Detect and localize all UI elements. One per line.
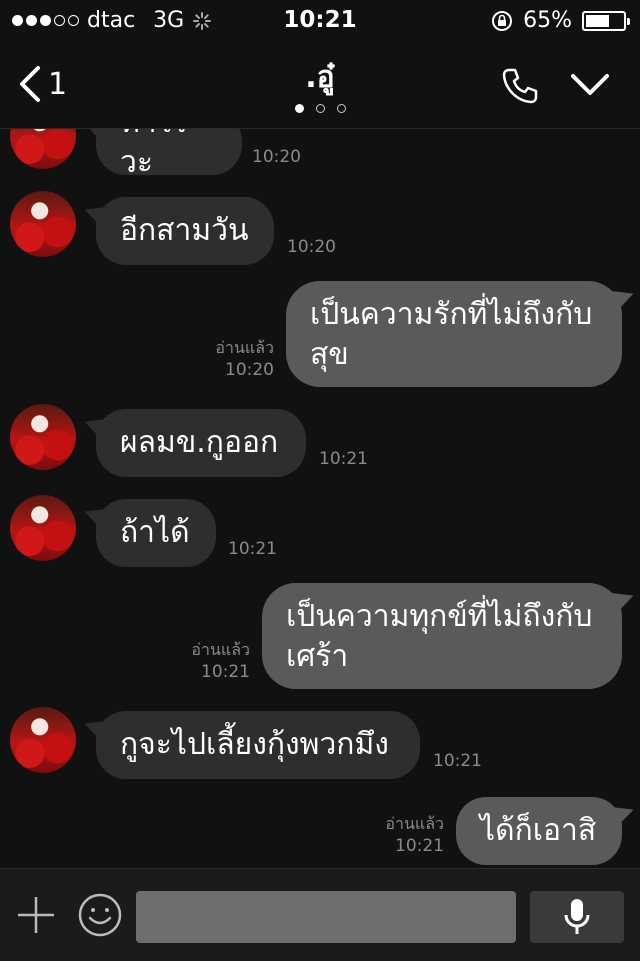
page-dot (336, 104, 346, 113)
message-text: กูจะไปเลี้ยงกุ้งพวกมึง (120, 727, 389, 762)
page-dot (315, 104, 325, 113)
status-right: 65% (491, 8, 630, 33)
message-read-status: อ่านแล้ว 10:21 (350, 813, 444, 857)
message-text: เป็นความรักที่ไม่ถึงกับสุข (310, 297, 593, 372)
message-bubble-incoming[interactable]: กูจะไปเลี้ยงกุ้งพวกมึง (96, 711, 420, 779)
microphone-icon (564, 899, 590, 934)
message-text: ผลมข.กูออก (120, 425, 279, 460)
phone-icon (502, 68, 538, 104)
message-bubble-outgoing[interactable]: เป็นความทุกข์ที่ไม่ถึงกับเศร้า (262, 583, 622, 689)
contact-avatar[interactable] (10, 191, 76, 257)
message-time: 10:20 (287, 237, 336, 257)
message-bubble-incoming[interactable]: ผลมข.กูออก (96, 409, 306, 477)
message-text: ได้ก็เอาสิ (480, 813, 597, 848)
page-dot (294, 104, 304, 113)
sticker-button[interactable] (78, 893, 122, 941)
message-bubble-incoming[interactable]: ถ้าได้ (96, 499, 216, 567)
call-button[interactable] (500, 66, 540, 110)
message-time: 10:21 (201, 662, 250, 682)
contact-avatar[interactable] (10, 404, 76, 470)
message-text: ทำไรวะ (120, 129, 188, 180)
plus-icon (18, 897, 54, 933)
message-bubble-incoming[interactable]: อีกสามวัน (96, 197, 274, 265)
message-read-status: อ่านแล้ว 10:20 (180, 337, 274, 381)
message-time: 10:21 (433, 751, 482, 771)
message-time: 10:21 (228, 539, 277, 559)
message-list[interactable]: ทำไรวะ 10:20 อีกสามวัน 10:20 อ่านแล้ว 10… (0, 129, 640, 867)
read-receipt: อ่านแล้ว (215, 338, 274, 357)
message-time: 10:21 (319, 449, 368, 469)
message-time: 10:20 (252, 147, 301, 167)
expand-menu-button[interactable] (570, 72, 610, 102)
message-input[interactable] (136, 891, 516, 943)
add-attachment-button[interactable] (16, 895, 56, 939)
message-text: อีกสามวัน (120, 213, 249, 248)
status-bar: dtac 3G 10:21 65% (0, 0, 640, 42)
smiley-icon (78, 893, 122, 937)
battery-icon (582, 10, 630, 31)
page-indicator (0, 104, 640, 113)
message-text: เป็นความทุกข์ที่ไม่ถึงกับเศร้า (286, 599, 593, 674)
message-read-status: อ่านแล้ว 10:21 (156, 639, 250, 683)
rotation-lock-icon (492, 10, 513, 31)
chat-title[interactable]: .อู๋ (0, 54, 640, 101)
battery-percent: 65% (523, 8, 572, 33)
message-bubble-incoming[interactable]: ทำไรวะ (96, 129, 242, 180)
voice-message-button[interactable] (530, 891, 624, 943)
chat-header: 1 .อู๋ (0, 42, 640, 129)
contact-avatar[interactable] (10, 707, 76, 773)
message-bubble-outgoing[interactable]: เป็นความรักที่ไม่ถึงกับสุข (286, 281, 622, 387)
message-time: 10:21 (395, 836, 444, 856)
message-time: 10:20 (225, 360, 274, 380)
message-input-bar (0, 868, 640, 961)
message-text: ถ้าได้ (120, 515, 190, 550)
read-receipt: อ่านแล้ว (191, 640, 250, 659)
contact-avatar[interactable] (10, 129, 76, 169)
contact-avatar[interactable] (10, 495, 76, 561)
read-receipt: อ่านแล้ว (385, 814, 444, 833)
message-bubble-outgoing[interactable]: ได้ก็เอาสิ (456, 797, 622, 865)
chevron-down-icon (571, 74, 609, 95)
